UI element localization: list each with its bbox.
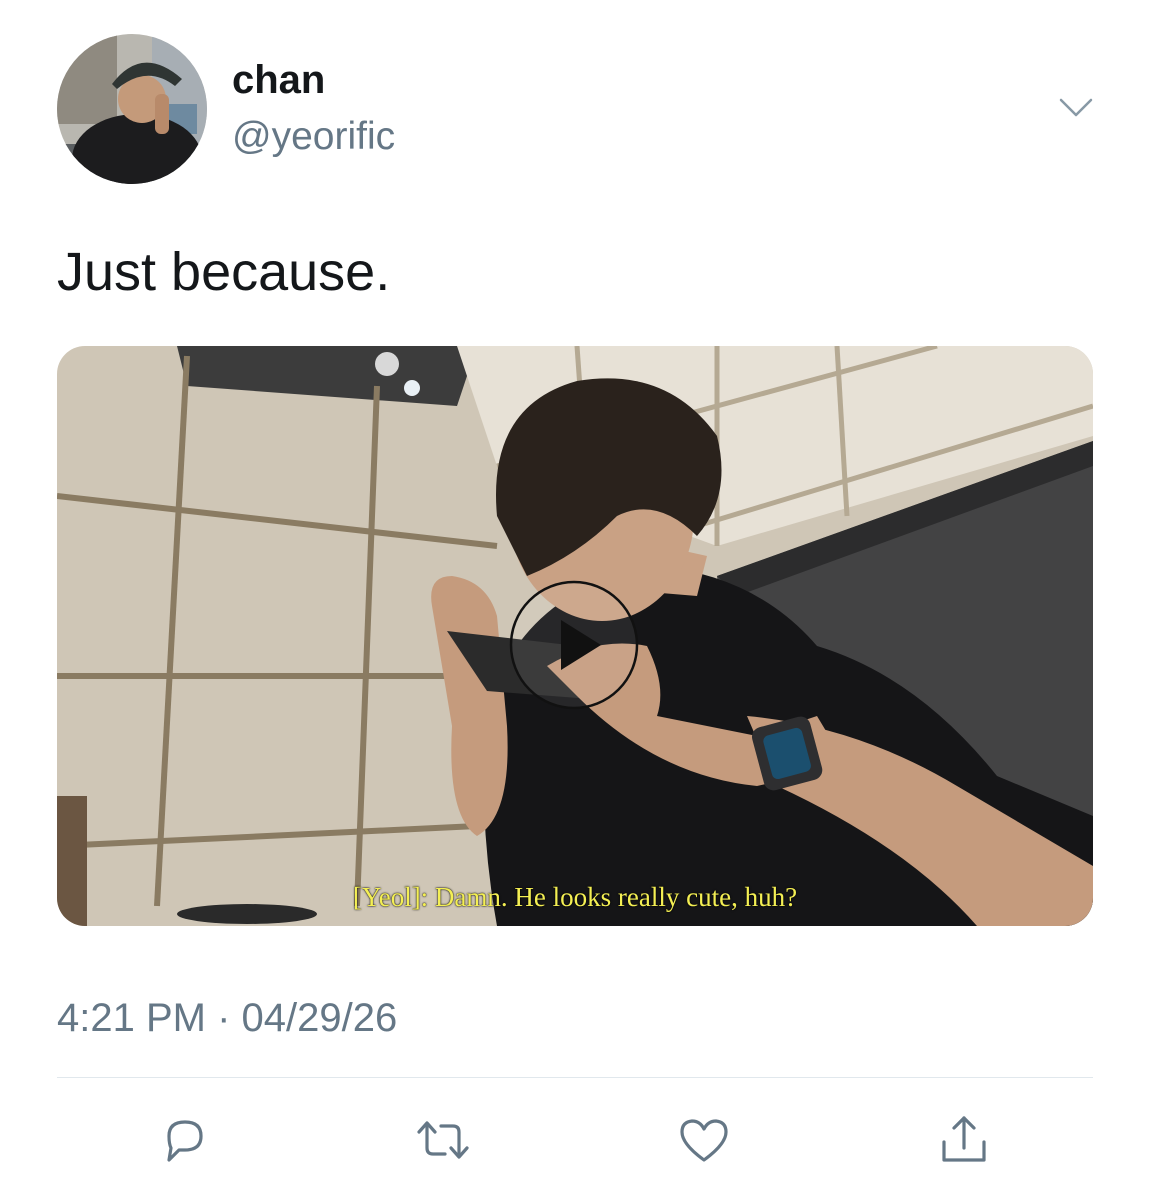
share-button[interactable] <box>934 1110 994 1170</box>
play-button[interactable] <box>509 580 639 710</box>
play-icon <box>509 580 639 710</box>
avatar[interactable] <box>57 34 207 184</box>
retweet-button[interactable] <box>413 1110 473 1170</box>
reply-button[interactable] <box>155 1110 215 1170</box>
like-button[interactable] <box>674 1110 734 1170</box>
more-options-button[interactable] <box>1058 96 1094 120</box>
tweet-timestamp[interactable]: 4:21 PM · 04/29/26 <box>57 998 397 1038</box>
video-player[interactable]: [Yeol]: Damn. He looks really cute, huh? <box>57 346 1093 926</box>
divider <box>57 1077 1093 1078</box>
reply-icon <box>167 1120 203 1162</box>
user-handle[interactable]: @yeorific <box>232 117 395 156</box>
share-icon <box>942 1116 986 1162</box>
heart-icon <box>680 1119 728 1162</box>
avatar-photo <box>57 34 207 184</box>
retweet-icon <box>417 1121 469 1159</box>
chevron-down-icon <box>1059 98 1093 117</box>
display-name[interactable]: chan <box>232 60 325 100</box>
tweet-text: Just because. <box>57 242 391 302</box>
video-subtitle: [Yeol]: Damn. He looks really cute, huh? <box>352 882 798 912</box>
